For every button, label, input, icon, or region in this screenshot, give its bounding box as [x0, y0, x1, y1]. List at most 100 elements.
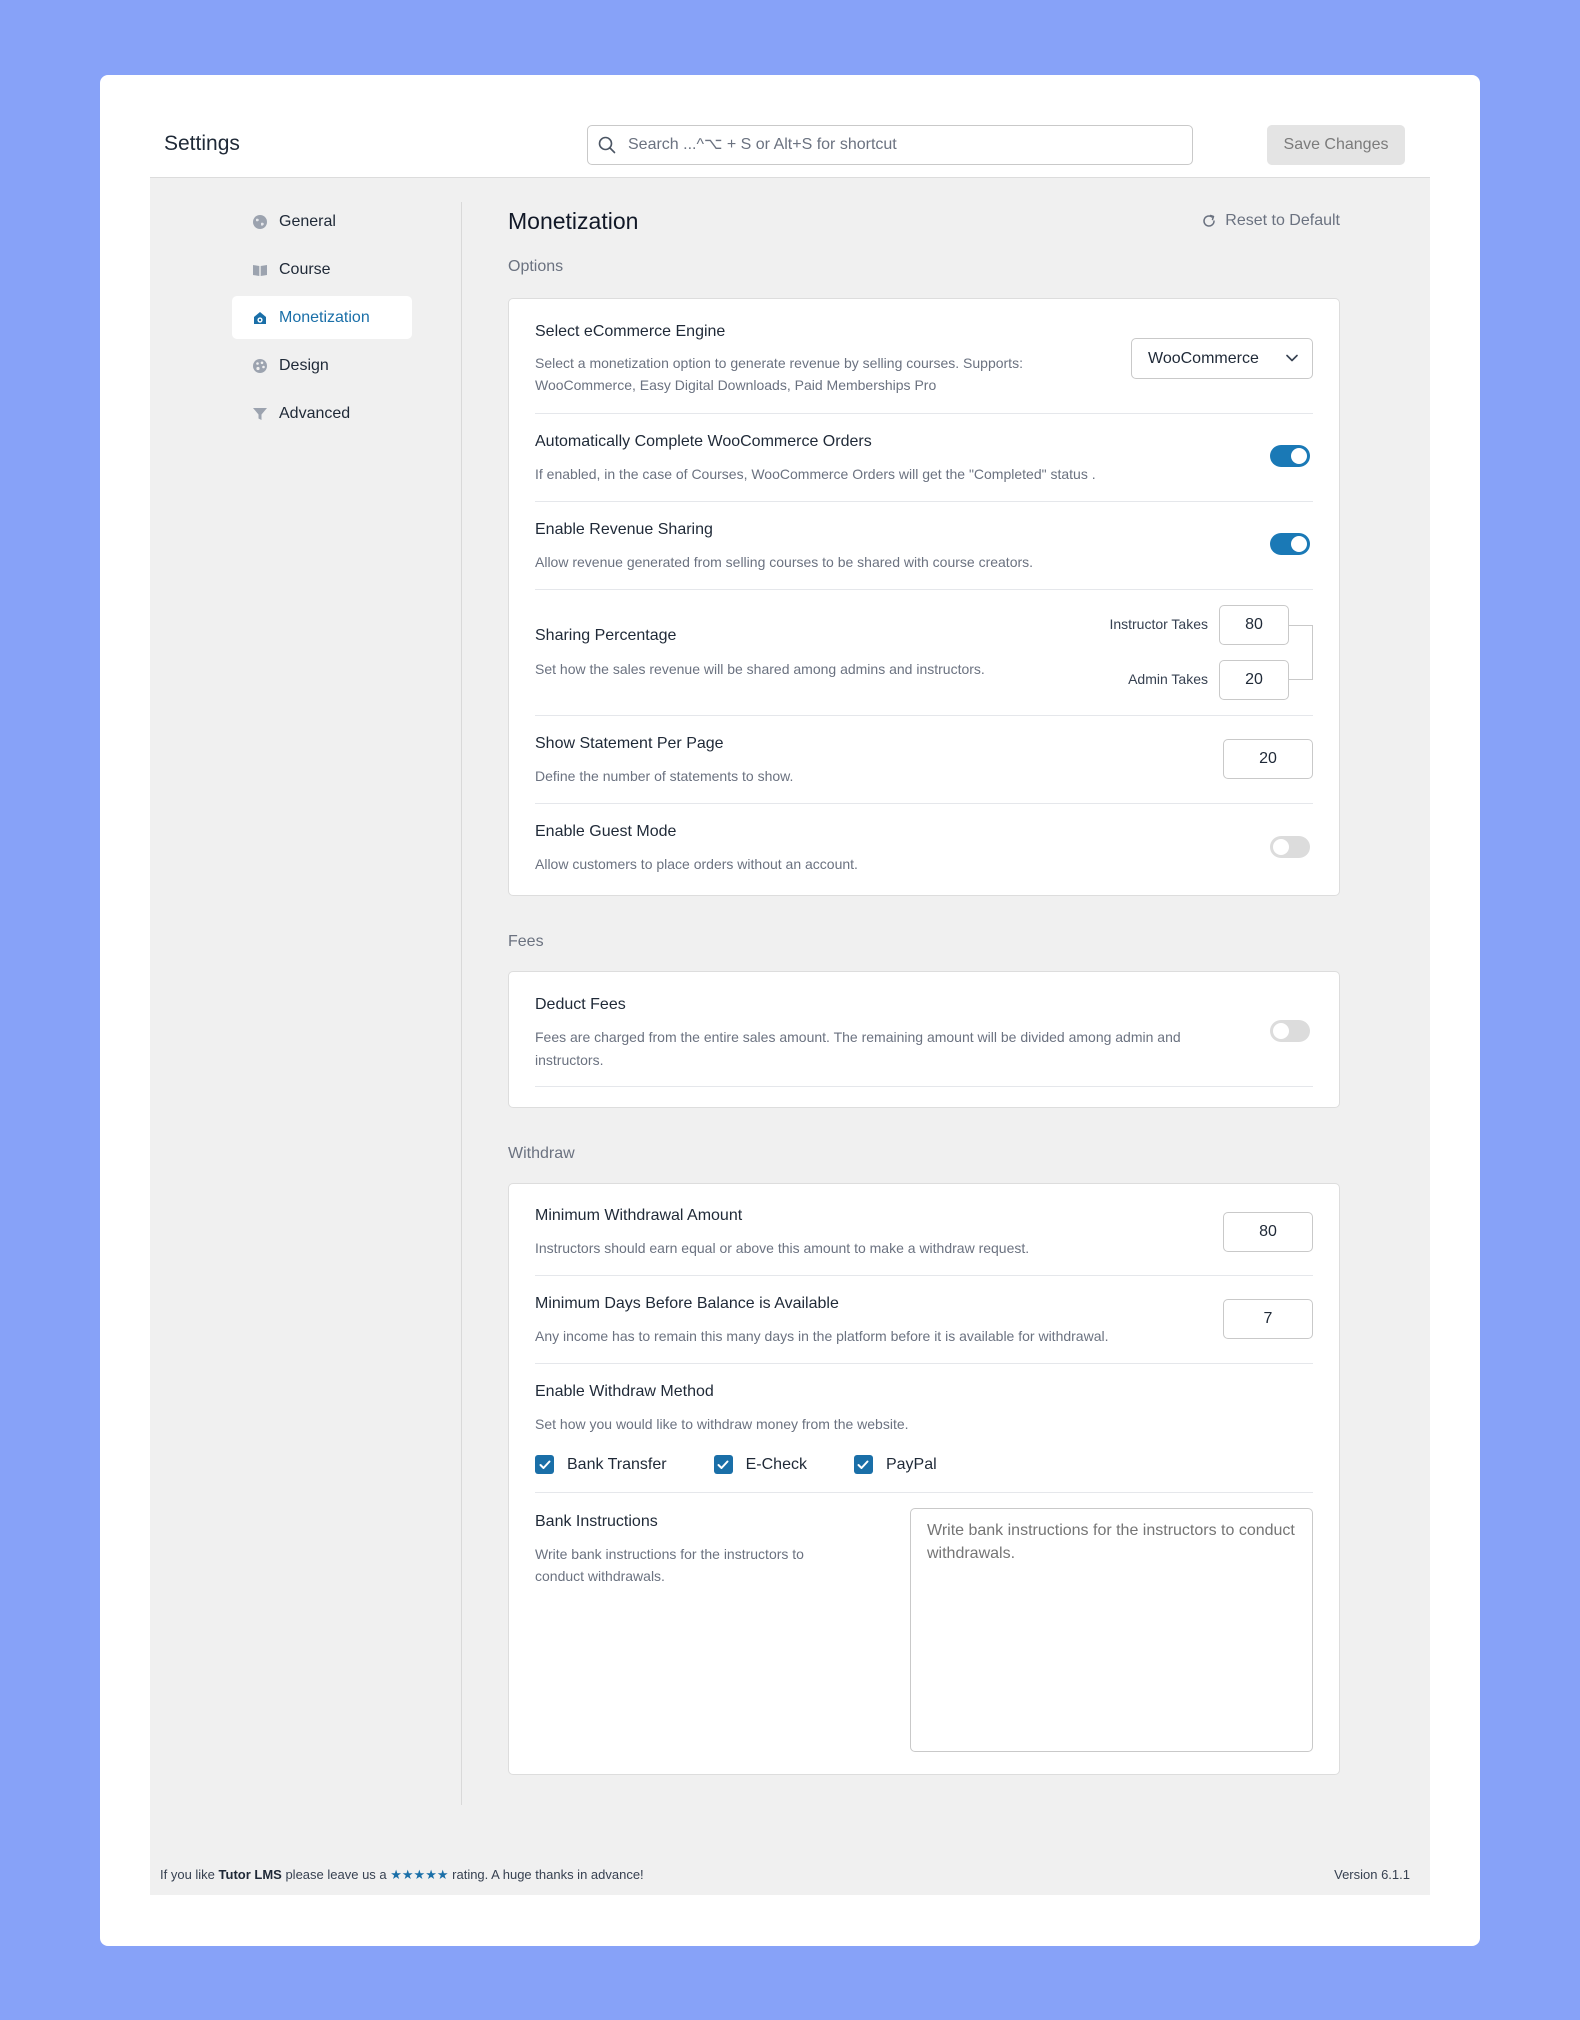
section-label-withdraw: Withdraw: [508, 1145, 575, 1162]
search-icon: [598, 136, 616, 154]
footer-text: If you like: [160, 1867, 219, 1882]
sidebar-item-label: Course: [279, 260, 331, 278]
min-withdrawal-amount-input[interactable]: 80: [1223, 1212, 1313, 1252]
setting-title: Minimum Days Before Balance is Available: [535, 1295, 839, 1312]
setting-description: Allow customers to place orders without …: [535, 856, 858, 872]
reset-to-default-button[interactable]: Reset to Default: [1201, 212, 1340, 230]
guest-mode-row: Enable Guest Mode Allow customers to pla…: [535, 804, 1313, 896]
page-header-title: Settings: [164, 132, 240, 155]
options-card: Select eCommerce Engine Select a monetiz…: [508, 298, 1340, 896]
guest-mode-toggle[interactable]: [1270, 836, 1310, 858]
sidebar-item-label: General: [279, 212, 336, 230]
min-days-row: Minimum Days Before Balance is Available…: [535, 1276, 1313, 1364]
bank-instructions-row: Bank Instructions Write bank instruction…: [535, 1493, 1313, 1775]
search-box[interactable]: [587, 125, 1193, 165]
sidebar-item-course[interactable]: Course: [232, 248, 412, 291]
auto-complete-toggle[interactable]: [1270, 445, 1310, 467]
setting-description: Instructors should earn equal or above t…: [535, 1240, 1030, 1256]
version-label: Version 6.1.1: [1334, 1867, 1410, 1882]
reset-label: Reset to Default: [1225, 212, 1340, 229]
setting-title: Automatically Complete WooCommerce Order…: [535, 433, 872, 450]
footer-rating-message: If you like Tutor LMS please leave us a …: [160, 1867, 644, 1883]
setting-title: Enable Guest Mode: [535, 823, 677, 840]
setting-description: Write bank instructions for the instruct…: [535, 1546, 804, 1562]
checkbox-e-check[interactable]: E-Check: [713, 1455, 807, 1474]
setting-description: WooCommerce, Easy Digital Downloads, Pai…: [535, 377, 937, 393]
search-input[interactable]: [628, 126, 1183, 164]
checkbox-label: PayPal: [885, 1455, 937, 1473]
globe-icon: [252, 214, 268, 230]
sidebar-divider: [461, 202, 462, 1805]
withdraw-card: Minimum Withdrawal Amount Instructors sh…: [508, 1183, 1340, 1775]
checkbox-label: E-Check: [745, 1455, 807, 1473]
admin-takes-label: Admin Takes: [1128, 671, 1208, 687]
instructor-takes-input[interactable]: 80: [1219, 605, 1289, 645]
setting-title: Deduct Fees: [535, 996, 626, 1013]
sidebar-item-monetization[interactable]: Monetization: [232, 296, 412, 339]
sidebar-item-general[interactable]: General: [232, 200, 412, 243]
save-changes-button[interactable]: Save Changes: [1267, 125, 1405, 165]
sidebar-item-label: Design: [279, 356, 329, 374]
select-value: WooCommerce: [1148, 350, 1259, 367]
setting-description: conduct withdrawals.: [535, 1568, 665, 1584]
setting-description: Set how you would like to withdraw money…: [535, 1416, 909, 1432]
sidebar-item-design[interactable]: Design: [232, 344, 412, 387]
header-bar: Settings Save Changes: [150, 118, 1430, 178]
sidebar-item-label: Monetization: [279, 308, 370, 326]
setting-description: Allow revenue generated from selling cou…: [535, 554, 1034, 570]
brand-name: Tutor LMS: [218, 1867, 282, 1882]
ecommerce-engine-select[interactable]: WooCommerce: [1131, 338, 1313, 379]
statement-per-page-row: Show Statement Per Page Define the numbe…: [535, 716, 1313, 804]
sharing-percentage-row: Sharing Percentage Set how the sales rev…: [535, 590, 1313, 716]
fees-card: Deduct Fees Fees are charged from the en…: [508, 971, 1340, 1108]
setting-description: Any income has to remain this many days …: [535, 1328, 1109, 1344]
settings-sidebar: General Course Monetization Design Advan…: [232, 200, 412, 440]
checkbox-checked-icon: [713, 1455, 733, 1474]
palette-icon: [252, 358, 268, 374]
section-label-fees: Fees: [508, 933, 544, 950]
checkbox-label: Bank Transfer: [567, 1455, 667, 1473]
auto-complete-orders-row: Automatically Complete WooCommerce Order…: [535, 414, 1313, 502]
setting-title: Bank Instructions: [535, 1513, 658, 1530]
min-days-input[interactable]: 7: [1223, 1299, 1313, 1339]
instructor-takes-label: Instructor Takes: [1109, 616, 1208, 632]
bank-instructions-textarea[interactable]: [910, 1508, 1313, 1752]
admin-takes-input[interactable]: 20: [1219, 660, 1289, 700]
setting-title: Sharing Percentage: [535, 627, 677, 644]
setting-title: Enable Withdraw Method: [535, 1383, 714, 1400]
reset-icon: [1203, 214, 1216, 227]
filter-icon: [252, 406, 268, 422]
settings-body: General Course Monetization Design Advan…: [150, 178, 1430, 1895]
checkbox-paypal[interactable]: PayPal: [853, 1455, 937, 1474]
setting-title: Minimum Withdrawal Amount: [535, 1207, 743, 1224]
section-label-options: Options: [508, 258, 564, 275]
withdraw-method-options: Bank Transfer E-Check PayPal: [535, 1455, 937, 1474]
setting-title: Enable Revenue Sharing: [535, 521, 713, 538]
rating-stars-link[interactable]: ★★★★★: [390, 1867, 448, 1882]
revenue-sharing-toggle[interactable]: [1270, 533, 1310, 555]
setting-description: Fees are charged from the entire sales a…: [535, 1029, 1181, 1045]
monetization-icon: [252, 310, 268, 326]
revenue-sharing-row: Enable Revenue Sharing Allow revenue gen…: [535, 502, 1313, 590]
checkbox-bank-transfer[interactable]: Bank Transfer: [535, 1455, 667, 1474]
withdraw-method-row: Enable Withdraw Method Set how you would…: [535, 1364, 1313, 1493]
min-withdrawal-amount-row: Minimum Withdrawal Amount Instructors sh…: [535, 1184, 1313, 1276]
footer-text: rating. A huge thanks in advance!: [448, 1867, 644, 1882]
sidebar-item-label: Advanced: [279, 404, 351, 422]
setting-description: Define the number of statements to show.: [535, 768, 794, 784]
ecommerce-engine-row: Select eCommerce Engine Select a monetiz…: [535, 299, 1313, 414]
setting-title: Select eCommerce Engine: [535, 323, 726, 340]
setting-description: instructors.: [535, 1052, 604, 1068]
sidebar-item-advanced[interactable]: Advanced: [232, 392, 412, 435]
deduct-fees-toggle[interactable]: [1270, 1020, 1310, 1042]
setting-description: Set how the sales revenue will be shared…: [535, 661, 985, 677]
footer-text: please leave us a: [281, 1867, 391, 1882]
page-title: Monetization: [508, 208, 639, 234]
percentage-bracket: [1289, 625, 1313, 680]
statement-per-page-input[interactable]: 20: [1223, 739, 1313, 779]
chevron-down-icon: [1286, 354, 1298, 362]
deduct-fees-row: Deduct Fees Fees are charged from the en…: [535, 972, 1313, 1087]
book-icon: [252, 262, 268, 278]
setting-description: Select a monetization option to generate…: [535, 355, 1023, 371]
checkbox-checked-icon: [535, 1455, 554, 1474]
